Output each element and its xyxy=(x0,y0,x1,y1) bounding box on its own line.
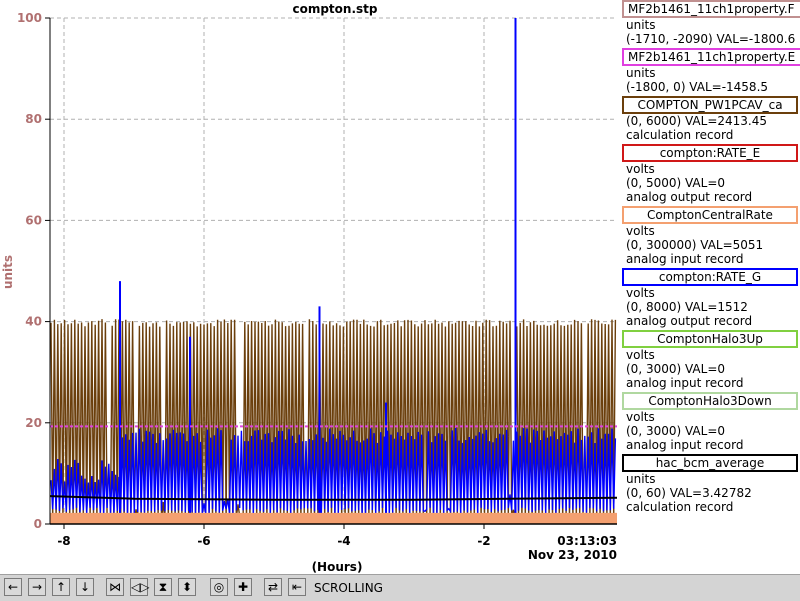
legend: MF2b1461_11ch1property.F units (-1710, -20… xyxy=(622,0,800,574)
series-trace xyxy=(50,319,617,524)
legend-info-line: volts xyxy=(626,286,655,300)
legend-info-line: calculation record xyxy=(626,128,734,142)
scrolling-mode-button[interactable]: ⇤ xyxy=(288,578,306,596)
series-ComptonCentralRate xyxy=(50,512,617,524)
auto-scale-button[interactable]: ◎ xyxy=(210,578,228,596)
x-tick-label: -8 xyxy=(57,534,70,548)
legend-info-line: (0, 60) VAL=3.42782 xyxy=(626,486,752,500)
legend-info-line: analog input record xyxy=(626,376,744,390)
y-tick-label: 0 xyxy=(34,517,42,531)
series-band xyxy=(50,512,617,524)
zoom-y-out-button[interactable]: ⬍ xyxy=(178,578,196,596)
x-tick-label: -4 xyxy=(337,534,350,548)
legend-info-line: (0, 3000) VAL=0 xyxy=(626,424,726,438)
legend-info-line: analog input record xyxy=(626,252,744,266)
legend-info-line: analog output record xyxy=(626,314,753,328)
x-axis-label: (Hours) xyxy=(312,560,363,574)
legend-info-line: (-1800, 0) VAL=-1458.5 xyxy=(626,80,769,94)
legend-info-line: (0, 6000) VAL=2413.45 xyxy=(626,114,767,128)
legend-series-name[interactable]: MF2b1461_11ch1property.F xyxy=(622,0,800,18)
legend-info-line: (0, 3000) VAL=0 xyxy=(626,362,726,376)
legend-series-name[interactable]: MF2b1461_11ch1property.E xyxy=(622,48,800,66)
zoom-y-in-button[interactable]: ⧗ xyxy=(154,578,172,596)
legend-info-line: units xyxy=(626,472,656,486)
scrolling-mode-label: SCROLLING xyxy=(314,581,383,595)
y-tick-label: 20 xyxy=(25,416,42,430)
legend-series-name[interactable]: ComptonCentralRate xyxy=(622,206,798,224)
legend-series-name[interactable]: compton:RATE_E xyxy=(622,144,798,162)
y-axis-label: units xyxy=(1,255,15,289)
y-tick-label: 80 xyxy=(25,112,42,126)
legend-info-line: analog input record xyxy=(626,438,744,452)
mode-toggle-button[interactable]: ⇄ xyxy=(264,578,282,596)
legend-info-line: units xyxy=(626,66,656,80)
toolbar: SCROLLING ← → ↑ ↓ ⋈ ◁▷ ⧗ ⬍ ◎ ✚ ⇄ ⇤ xyxy=(0,574,800,601)
legend-info-line: volts xyxy=(626,224,655,238)
legend-series-name[interactable]: COMPTON_PW1PCAV_ca xyxy=(622,96,798,114)
timestamp-time: 03:13:03 xyxy=(557,534,617,548)
legend-series-name[interactable]: compton:RATE_G xyxy=(622,268,798,286)
legend-info-line: volts xyxy=(626,162,655,176)
scroll-right-button[interactable]: → xyxy=(28,578,46,596)
series-COMPTON_PW1PCAV_ca xyxy=(50,319,617,524)
add-crosshair-button[interactable]: ✚ xyxy=(234,578,252,596)
zoom-x-in-button[interactable]: ⋈ xyxy=(106,578,124,596)
legend-series-name[interactable]: hac_bcm_average xyxy=(622,454,798,472)
legend-info-line: volts xyxy=(626,348,655,362)
y-tick-label: 100 xyxy=(17,11,42,25)
x-tick-label: -6 xyxy=(197,534,210,548)
scroll-left-button[interactable]: ← xyxy=(4,578,22,596)
legend-info-line: analog output record xyxy=(626,190,753,204)
plot-area[interactable]: -8 -6 -4 -2 0 20 40 60 80 100 compton.stp units (… xyxy=(0,0,620,574)
legend-info-line: (-1710, -2090) VAL=-1800.6 xyxy=(626,32,796,46)
y-tick-label: 40 xyxy=(25,315,42,329)
legend-series-name[interactable]: ComptonHalo3Up xyxy=(622,330,798,348)
legend-info-line: (0, 5000) VAL=0 xyxy=(626,176,726,190)
y-tick-label: 60 xyxy=(25,213,42,227)
data-series xyxy=(49,18,618,524)
scroll-up-button[interactable]: ↑ xyxy=(52,578,70,596)
legend-info-line: units xyxy=(626,18,656,32)
timestamp-date: Nov 23, 2010 xyxy=(528,548,617,562)
legend-info-line: (0, 300000) VAL=5051 xyxy=(626,238,764,252)
x-tick-label: -2 xyxy=(477,534,490,548)
scroll-down-button[interactable]: ↓ xyxy=(76,578,94,596)
chart-title: compton.stp xyxy=(292,2,377,16)
zoom-x-out-button[interactable]: ◁▷ xyxy=(130,578,149,596)
legend-info-line: (0, 8000) VAL=1512 xyxy=(626,300,748,314)
legend-info-line: volts xyxy=(626,410,655,424)
legend-info-line: calculation record xyxy=(626,500,734,514)
legend-series-name[interactable]: ComptonHalo3Down xyxy=(622,392,798,410)
